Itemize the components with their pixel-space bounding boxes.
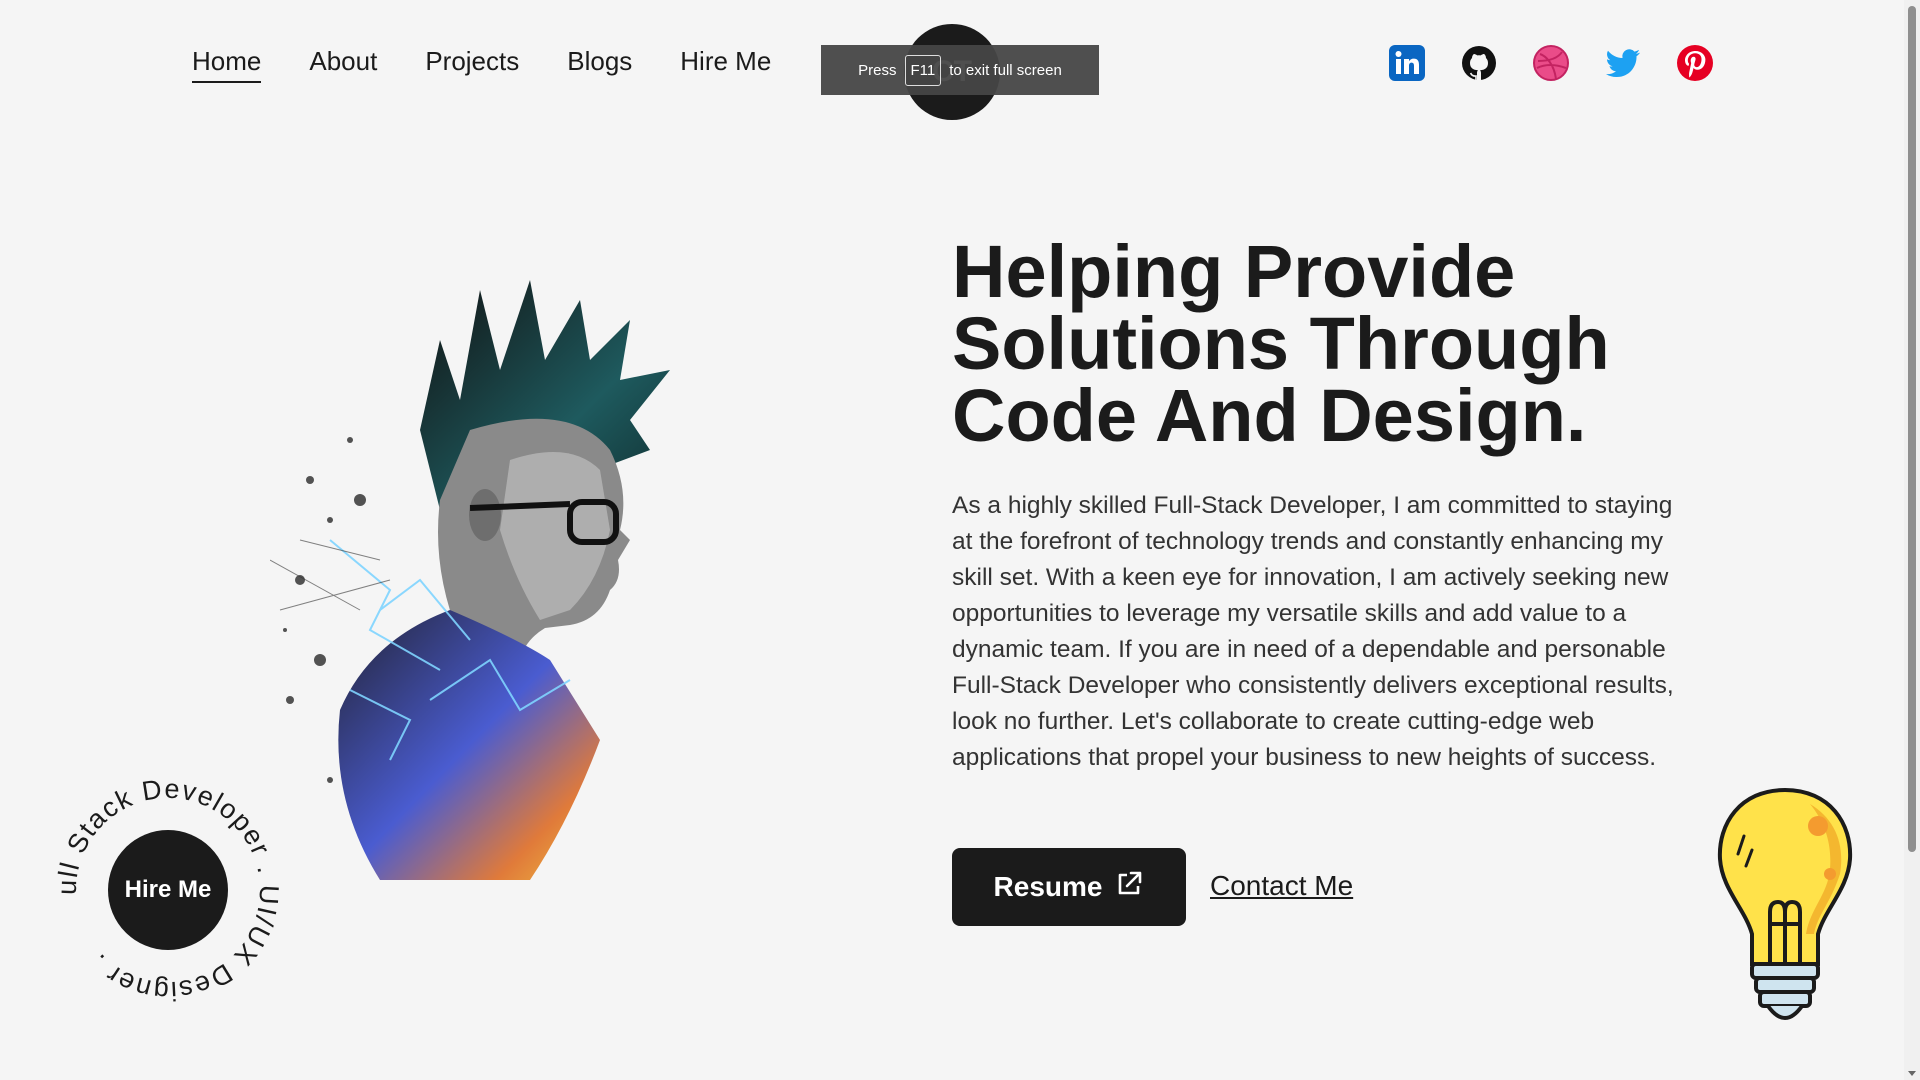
- external-link-icon: [1114, 869, 1144, 906]
- profile-illustration: [269, 280, 810, 880]
- social-links: [1388, 44, 1714, 82]
- github-icon[interactable]: [1460, 44, 1498, 82]
- scrollbar-thumb[interactable]: [1908, 6, 1916, 852]
- hire-me-badge: Full Stack Developer . UI/UX Designer . …: [48, 770, 288, 1010]
- nav-link-about[interactable]: About: [309, 46, 377, 83]
- toast-suffix: to exit full screen: [949, 61, 1062, 79]
- nav-link-hire-me[interactable]: Hire Me: [680, 46, 771, 83]
- nav-link-blogs[interactable]: Blogs: [567, 46, 632, 83]
- fullscreen-toast: Press F11 to exit full screen: [821, 45, 1099, 95]
- resume-label: Resume: [993, 871, 1103, 902]
- hero-headline: Helping Provide Solutions Through Code A…: [952, 230, 1610, 457]
- nav-link-home[interactable]: Home: [192, 46, 262, 83]
- vertical-scrollbar[interactable]: [1904, 0, 1920, 1080]
- contact-me-link[interactable]: Contact Me: [1210, 870, 1353, 902]
- linkedin-icon[interactable]: [1388, 44, 1426, 82]
- light-bulb-illustration: [1710, 784, 1860, 1034]
- toast-key: F11: [904, 54, 942, 86]
- scroll-down-arrow-icon[interactable]: [1908, 1071, 1916, 1076]
- twitter-icon[interactable]: [1604, 44, 1642, 82]
- hire-me-button[interactable]: Hire Me: [108, 830, 228, 950]
- nav-link-projects[interactable]: Projects: [425, 46, 519, 83]
- nav-links: Home About Projects Blogs Hire Me: [192, 46, 771, 83]
- top-nav: Home About Projects Blogs Hire Me CT Pre…: [0, 0, 1904, 132]
- hero-bio: As a highly skilled Full-Stack Developer…: [952, 492, 1674, 771]
- toast-prefix: Press: [858, 61, 897, 79]
- pinterest-icon[interactable]: [1676, 44, 1714, 82]
- hire-me-label: Hire Me: [124, 876, 212, 903]
- dribbble-icon[interactable]: [1532, 44, 1570, 82]
- resume-button[interactable]: Resume: [952, 848, 1186, 926]
